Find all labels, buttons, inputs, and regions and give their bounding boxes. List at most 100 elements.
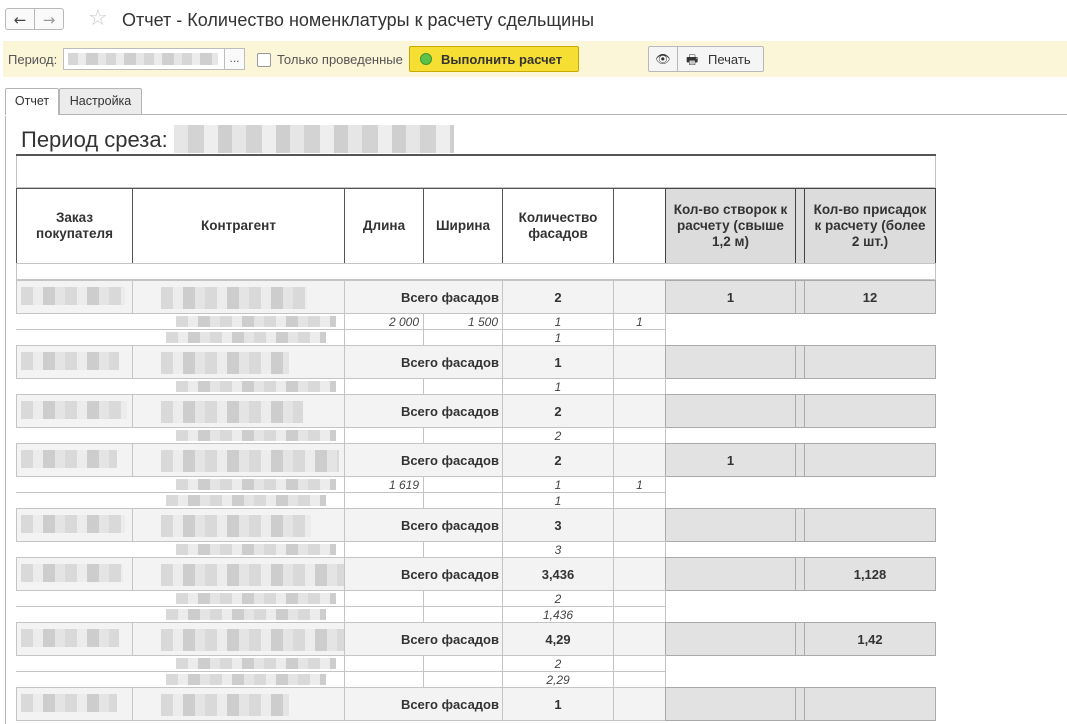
posted-only-checkbox[interactable] xyxy=(257,53,271,67)
order-cell xyxy=(16,557,133,591)
detail-qty: 2 xyxy=(502,590,614,607)
detail-extra xyxy=(613,492,666,509)
redacted-value xyxy=(21,287,125,305)
total-facades-label: Всего фасадов xyxy=(344,557,503,591)
total-facades-value: 2 xyxy=(502,443,614,477)
redacted-value xyxy=(176,658,336,669)
run-calculation-label: Выполнить расчет xyxy=(441,52,563,67)
detail-extra xyxy=(613,606,666,623)
print-label: Печать xyxy=(708,52,751,67)
total-inserts-value xyxy=(804,443,936,477)
back-button[interactable]: ← xyxy=(5,8,35,30)
header-extra xyxy=(613,188,666,264)
redacted-value xyxy=(166,332,326,343)
tab-settings[interactable]: Настройка xyxy=(59,88,142,115)
detail-nomenclature-cell xyxy=(16,492,345,509)
total-inserts-value xyxy=(804,345,936,379)
redacted-value xyxy=(21,515,125,533)
total-sashes-value xyxy=(665,557,796,591)
header-facades: Количество фасадов xyxy=(502,188,614,264)
window-title: Отчет - Количество номенклатуры к расчет… xyxy=(122,10,595,30)
run-status-icon xyxy=(420,53,432,65)
detail-qty: 1,436 xyxy=(502,606,614,623)
header-length: Длина xyxy=(344,188,424,264)
detail-extra xyxy=(613,590,666,607)
redacted-value xyxy=(176,479,336,490)
total-extra-cell xyxy=(613,345,666,379)
detail-qty: 1 xyxy=(502,476,614,493)
total-facades-value: 4,29 xyxy=(502,622,614,656)
redacted-value xyxy=(161,450,339,472)
detail-width xyxy=(423,378,503,395)
total-inserts-value xyxy=(804,394,936,428)
counterparty-cell xyxy=(132,280,345,314)
redacted-value xyxy=(21,450,117,468)
total-sashes-value: 1 xyxy=(665,280,796,314)
redacted-value xyxy=(166,674,326,685)
redacted-value xyxy=(176,430,336,441)
total-extra-cell xyxy=(613,394,666,428)
tab-report[interactable]: Отчет xyxy=(5,88,59,115)
header-width: Ширина xyxy=(423,188,503,264)
posted-only-label[interactable]: Только проведенные xyxy=(277,52,403,67)
detail-extra: 1 xyxy=(613,476,666,493)
order-cell xyxy=(16,394,133,428)
eye-icon: 👁 xyxy=(655,52,671,66)
print-button[interactable]: 🖶 Печать xyxy=(677,46,764,72)
total-facades-value: 2 xyxy=(502,280,614,314)
total-facades-label: Всего фасадов xyxy=(344,345,503,379)
order-cell xyxy=(16,508,133,542)
detail-extra: 1 xyxy=(613,313,666,330)
total-facades-value: 2 xyxy=(502,394,614,428)
detail-extra xyxy=(613,378,666,395)
detail-nomenclature-cell xyxy=(16,329,345,346)
detail-width xyxy=(423,427,503,444)
detail-nomenclature-cell xyxy=(16,476,345,493)
detail-nomenclature-cell xyxy=(16,378,345,395)
detail-nomenclature-cell xyxy=(16,541,345,558)
redacted-value xyxy=(176,316,336,327)
detail-extra xyxy=(613,541,666,558)
total-facades-value: 3 xyxy=(502,508,614,542)
detail-length xyxy=(344,329,424,346)
detail-length xyxy=(344,606,424,623)
detail-nomenclature-cell xyxy=(16,427,345,444)
period-input[interactable] xyxy=(63,48,245,70)
header-counterparty: Контрагент xyxy=(132,188,345,264)
detail-qty: 1 xyxy=(502,492,614,509)
order-cell xyxy=(16,622,133,656)
preview-eye-button[interactable]: 👁 xyxy=(648,46,678,72)
order-cell xyxy=(16,280,133,314)
total-sashes-value xyxy=(665,394,796,428)
favorite-star-icon[interactable]: ☆ xyxy=(88,6,108,32)
redacted-value xyxy=(21,564,123,582)
counterparty-cell xyxy=(132,443,345,477)
header-spacer xyxy=(16,263,936,280)
redacted-value xyxy=(161,564,344,586)
total-inserts-value xyxy=(804,508,936,542)
total-extra-cell xyxy=(613,280,666,314)
total-facades-label: Всего фасадов xyxy=(344,687,503,721)
total-extra-cell xyxy=(613,622,666,656)
run-calculation-button[interactable]: Выполнить расчет xyxy=(409,46,579,72)
detail-qty: 1 xyxy=(502,378,614,395)
detail-nomenclature-cell xyxy=(16,313,345,330)
detail-length: 2 000 xyxy=(344,313,424,330)
total-facades-value: 3,436 xyxy=(502,557,614,591)
period-title-value-redacted xyxy=(174,125,454,153)
redacted-value xyxy=(21,629,119,647)
header-order: Заказ покупателя xyxy=(16,188,133,264)
detail-width xyxy=(423,655,503,672)
order-cell xyxy=(16,443,133,477)
counterparty-cell xyxy=(132,557,345,591)
period-select-button[interactable]: ... xyxy=(224,48,245,70)
total-sashes-value xyxy=(665,687,796,721)
detail-length xyxy=(344,655,424,672)
total-extra-cell xyxy=(613,687,666,721)
period-label: Период: xyxy=(8,52,58,67)
detail-nomenclature-cell xyxy=(16,655,345,672)
total-extra-cell xyxy=(613,557,666,591)
report-document[interactable]: Период среза: Заказ покупателя Контраген… xyxy=(0,116,1067,724)
detail-length xyxy=(344,378,424,395)
forward-button[interactable]: → xyxy=(34,8,64,30)
